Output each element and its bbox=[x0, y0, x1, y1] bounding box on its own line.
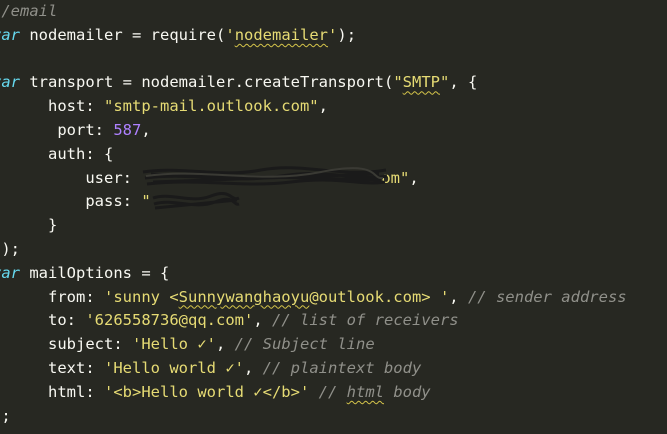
comma: , bbox=[449, 287, 468, 306]
number-port: 587 bbox=[113, 120, 142, 139]
keyword-var: var bbox=[0, 73, 20, 92]
colon: : bbox=[85, 382, 104, 401]
code-line-4: var transport = nodemailer.createTranspo… bbox=[0, 71, 627, 95]
code-line-9: pass: " bbox=[0, 190, 627, 214]
code-line-15: subject: 'Hello ✓', // Subject line bbox=[0, 333, 627, 357]
property-to: to bbox=[48, 311, 67, 330]
property-user: user bbox=[85, 168, 123, 187]
comma: , bbox=[409, 168, 419, 187]
punctuation: , { bbox=[449, 73, 478, 92]
code-line-13: from: 'sunny <Sunnywanghaoyu@outlook.com… bbox=[0, 286, 627, 310]
operator: = bbox=[113, 73, 142, 92]
code-line-8: user: om", bbox=[0, 166, 627, 191]
string-smtp: SMTP bbox=[402, 73, 440, 92]
code-line-18: }; bbox=[0, 405, 627, 429]
property-pass: pass bbox=[85, 192, 123, 211]
code-line-5: host: "smtp-mail.outlook.com", bbox=[0, 95, 627, 119]
block-close: }); bbox=[0, 239, 20, 258]
operator: = bbox=[122, 25, 151, 44]
string-from-domain: @outlook.com> ' bbox=[309, 287, 450, 306]
comment: // list of receivers bbox=[272, 311, 459, 330]
comment: // plaintext body bbox=[262, 358, 422, 377]
identifier: mailOptions bbox=[29, 263, 132, 282]
code-line-10: } bbox=[0, 214, 627, 238]
colon: : bbox=[85, 97, 104, 116]
colon-brace: : { bbox=[85, 144, 114, 163]
string-module-name: nodemailer bbox=[234, 25, 329, 44]
code-editor[interactable]: //email var nodemailer = require('nodema… bbox=[0, 0, 667, 434]
colon: : bbox=[113, 335, 132, 354]
code-line-2: var nodemailer = require('nodemailer'); bbox=[0, 24, 627, 48]
code-line-11: }); bbox=[0, 238, 627, 262]
punctuation: ); bbox=[337, 25, 357, 44]
string-from: 'sunny < bbox=[104, 287, 179, 306]
comment: // Subject line bbox=[234, 335, 375, 354]
code-line-14: to: '626558736@qq.com', // list of recei… bbox=[0, 309, 627, 333]
brace-close: } bbox=[48, 216, 58, 235]
colon: : bbox=[122, 192, 142, 211]
comment: //email bbox=[0, 2, 58, 20]
string-quote-open: " bbox=[141, 192, 151, 211]
string-html: '<b>Hello world ✓</b>' bbox=[104, 382, 310, 401]
string-quote: ' bbox=[328, 25, 338, 44]
code-line-1: //email bbox=[0, 0, 627, 24]
property-text: text bbox=[48, 358, 86, 377]
paren-open: ( bbox=[216, 25, 226, 44]
comma: , bbox=[216, 335, 235, 354]
colon: : bbox=[85, 287, 104, 306]
colon: : bbox=[122, 168, 142, 187]
string-subject: 'Hello ✓' bbox=[132, 335, 216, 354]
code-line-17: html: '<b>Hello world ✓</b>' // html bod… bbox=[0, 381, 627, 405]
identifier: nodemailer bbox=[29, 25, 123, 44]
comma: , bbox=[318, 97, 328, 116]
code-content: //email var nodemailer = require('nodema… bbox=[0, 0, 627, 428]
property-from: from bbox=[48, 287, 86, 306]
comma: , bbox=[243, 358, 263, 377]
string-to: '626558736@qq.com' bbox=[85, 311, 254, 330]
property-html: html bbox=[48, 382, 86, 401]
keyword-var: var bbox=[0, 25, 20, 44]
code-line-7: auth: { bbox=[0, 143, 627, 167]
string-from-name: Sunnywanghaoyu bbox=[178, 287, 310, 306]
function-call: nodemailer.createTransport( bbox=[141, 73, 394, 92]
string-quote: ' bbox=[225, 25, 235, 44]
comma: , bbox=[253, 311, 272, 330]
property-auth: auth bbox=[48, 144, 86, 163]
string-text: 'Hello world ✓' bbox=[104, 358, 244, 377]
string-host: "smtp-mail.outlook.com" bbox=[104, 97, 319, 116]
redaction-scribble bbox=[151, 191, 240, 210]
colon: : bbox=[66, 311, 86, 330]
property-port: port bbox=[57, 120, 95, 139]
property-subject: subject bbox=[48, 335, 114, 354]
code-line-6: port: 587, bbox=[0, 119, 627, 143]
colon: : bbox=[94, 120, 114, 139]
keyword-var: var bbox=[0, 263, 20, 282]
redaction-scribble bbox=[141, 166, 388, 186]
code-line-12: var mailOptions = { bbox=[0, 262, 627, 286]
property-host: host bbox=[48, 97, 86, 116]
colon: : bbox=[85, 358, 104, 377]
identifier: transport bbox=[29, 73, 114, 92]
function-name: require bbox=[150, 25, 216, 44]
comment: // sender address bbox=[467, 287, 627, 306]
code-line-16: text: 'Hello world ✓', // plaintext body bbox=[0, 357, 627, 381]
comment: // bbox=[318, 382, 347, 401]
punctuation: = { bbox=[132, 263, 170, 282]
comment: body bbox=[383, 382, 431, 401]
comment-html-word: html bbox=[346, 382, 384, 401]
string-quote: " bbox=[393, 73, 403, 92]
string-quote: " bbox=[439, 73, 450, 92]
comma: , bbox=[141, 120, 151, 139]
block-close: }; bbox=[0, 406, 11, 425]
